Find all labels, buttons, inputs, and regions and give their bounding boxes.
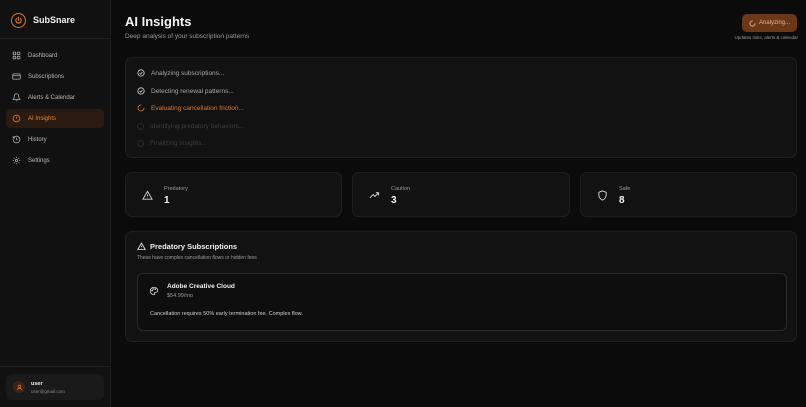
stat-value: 3 [391, 195, 397, 206]
stat-label: Caution [391, 186, 410, 192]
brand-name: SubSnare [33, 15, 76, 25]
check-circle-icon [137, 87, 145, 95]
stat-card-safe: Safe 8 [580, 172, 797, 217]
predatory-subscriptions-card: Predatory Subscriptions These have compl… [125, 231, 797, 342]
step-detecting-renewal-patterns: Detecting renewal patterns... [137, 86, 234, 96]
pending-circle-icon [137, 139, 144, 147]
step-label: Detecting renewal patterns... [151, 87, 234, 95]
brand[interactable]: SubSnare [11, 12, 75, 28]
sidebar-item-label: Alerts & Calendar [28, 94, 76, 101]
avatar [13, 381, 25, 393]
warning-triangle-icon [137, 242, 146, 250]
sidebar-item-label: Dashboard [28, 52, 58, 59]
trending-up-icon [369, 192, 380, 199]
step-analyzing-subscriptions: Analyzing subscriptions... [137, 68, 224, 78]
user-icon [16, 384, 22, 390]
sidebar-item-label: Settings [28, 157, 50, 164]
stat-card-predatory: Predatory 1 [125, 172, 342, 217]
sidebar-item-subscriptions[interactable]: Subscriptions [6, 67, 104, 86]
step-evaluating-cancellation-friction: Evaluating cancellation friction... [137, 103, 244, 113]
sidebar-item-label: Subscriptions [28, 73, 65, 80]
sidebar: SubSnare Dashboard Subscriptions Alerts … [0, 0, 111, 407]
stat-value: 8 [619, 195, 625, 206]
analyze-button-label: Analyzing... [758, 20, 791, 26]
gear-icon [12, 156, 21, 165]
step-finalizing-insights: Finalizing insights... [137, 138, 207, 148]
subscription-price: $54.99/mo [167, 293, 193, 299]
alert-circle-icon [12, 114, 21, 123]
spinner-icon [137, 104, 145, 112]
shield-icon [598, 190, 607, 201]
sidebar-nav: Dashboard Subscriptions Alerts & Calenda… [6, 46, 104, 172]
sidebar-divider [0, 366, 111, 367]
section-title-text: Predatory Subscriptions [150, 242, 238, 251]
analyze-note: Updates risks, alerts & calendar [734, 35, 798, 40]
subscription-note: Cancellation requires 50% early terminat… [150, 311, 303, 317]
credit-card-icon [12, 73, 21, 80]
step-label: Identifying predatory behaviors... [150, 122, 245, 130]
section-title: Predatory Subscriptions [137, 242, 237, 251]
check-circle-icon [137, 69, 145, 77]
palette-icon [149, 286, 159, 296]
history-icon [12, 135, 21, 144]
step-label: Finalizing insights... [150, 139, 207, 147]
sidebar-item-label: AI Insights [28, 115, 57, 122]
step-identifying-predatory-behaviors: Identifying predatory behaviors... [137, 121, 244, 131]
stat-card-caution: Caution 3 [352, 172, 570, 217]
stat-value: 1 [164, 195, 170, 206]
sidebar-item-label: History [28, 136, 47, 143]
stat-label: Predatory [164, 186, 188, 192]
analysis-steps-card: Analyzing subscriptions... Detecting ren… [125, 57, 797, 158]
sidebar-item-settings[interactable]: Settings [6, 151, 104, 170]
sidebar-item-dashboard[interactable]: Dashboard [6, 46, 104, 65]
sidebar-item-alerts-calendar[interactable]: Alerts & Calendar [6, 88, 104, 107]
power-logo-icon [11, 12, 26, 28]
section-subtitle: These have complex cancellation flows or… [137, 255, 257, 261]
step-label: Evaluating cancellation friction... [151, 104, 244, 112]
user-name: user [31, 380, 43, 387]
page-title: AI Insights [125, 14, 192, 29]
spinner-icon [749, 19, 756, 27]
pending-circle-icon [137, 122, 144, 130]
stat-label: Safe [619, 186, 631, 192]
sidebar-divider [0, 38, 111, 39]
user-profile[interactable]: user user@gmail.com [6, 374, 104, 400]
bell-icon [12, 93, 21, 102]
step-label: Analyzing subscriptions... [151, 69, 225, 77]
analyze-button[interactable]: Analyzing... [742, 14, 797, 32]
sidebar-item-ai-insights[interactable]: AI Insights [6, 109, 104, 128]
user-email: user@gmail.com [31, 388, 65, 394]
warning-triangle-icon [142, 190, 153, 200]
sidebar-item-history[interactable]: History [6, 130, 104, 149]
subscription-name: Adobe Creative Cloud [167, 283, 235, 290]
grid-icon [12, 51, 21, 60]
predatory-item-adobe[interactable]: Adobe Creative Cloud $54.99/mo Cancellat… [137, 273, 787, 331]
page-subtitle: Deep analysis of your subscription patte… [125, 33, 250, 40]
